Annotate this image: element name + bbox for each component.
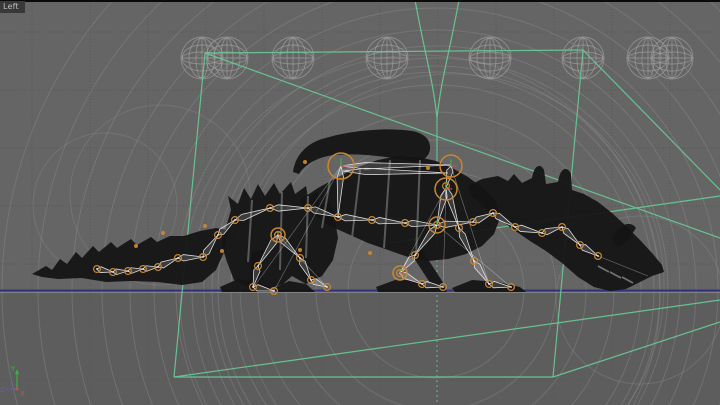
rig-marker[interactable] — [220, 249, 224, 253]
axis-label-y: Y — [10, 365, 16, 373]
rig-marker[interactable] — [203, 224, 207, 228]
control-sphere[interactable] — [561, 36, 605, 80]
rig-marker[interactable] — [298, 248, 302, 252]
joint-controller[interactable] — [323, 283, 332, 292]
control-sphere[interactable] — [365, 36, 409, 80]
viewport-label: Left — [0, 1, 25, 13]
axis-label-z: Z — [0, 386, 5, 394]
control-sphere[interactable] — [271, 36, 315, 80]
rig-marker[interactable] — [368, 251, 372, 255]
control-sphere[interactable] — [468, 36, 512, 80]
control-sphere[interactable] — [205, 36, 249, 80]
ground-plane-line — [0, 289, 720, 293]
viewport-canvas[interactable]: Left Y Z X — [0, 0, 720, 405]
control-sphere[interactable] — [650, 36, 694, 80]
rig-marker[interactable] — [134, 244, 138, 248]
axis-label-x: X — [20, 390, 25, 398]
rig-marker[interactable] — [161, 231, 165, 235]
viewport-top-border — [0, 0, 720, 2]
scene-canvas[interactable]: Y Z X — [0, 0, 720, 405]
rig-marker[interactable] — [303, 160, 307, 164]
rig-marker[interactable] — [426, 166, 430, 170]
